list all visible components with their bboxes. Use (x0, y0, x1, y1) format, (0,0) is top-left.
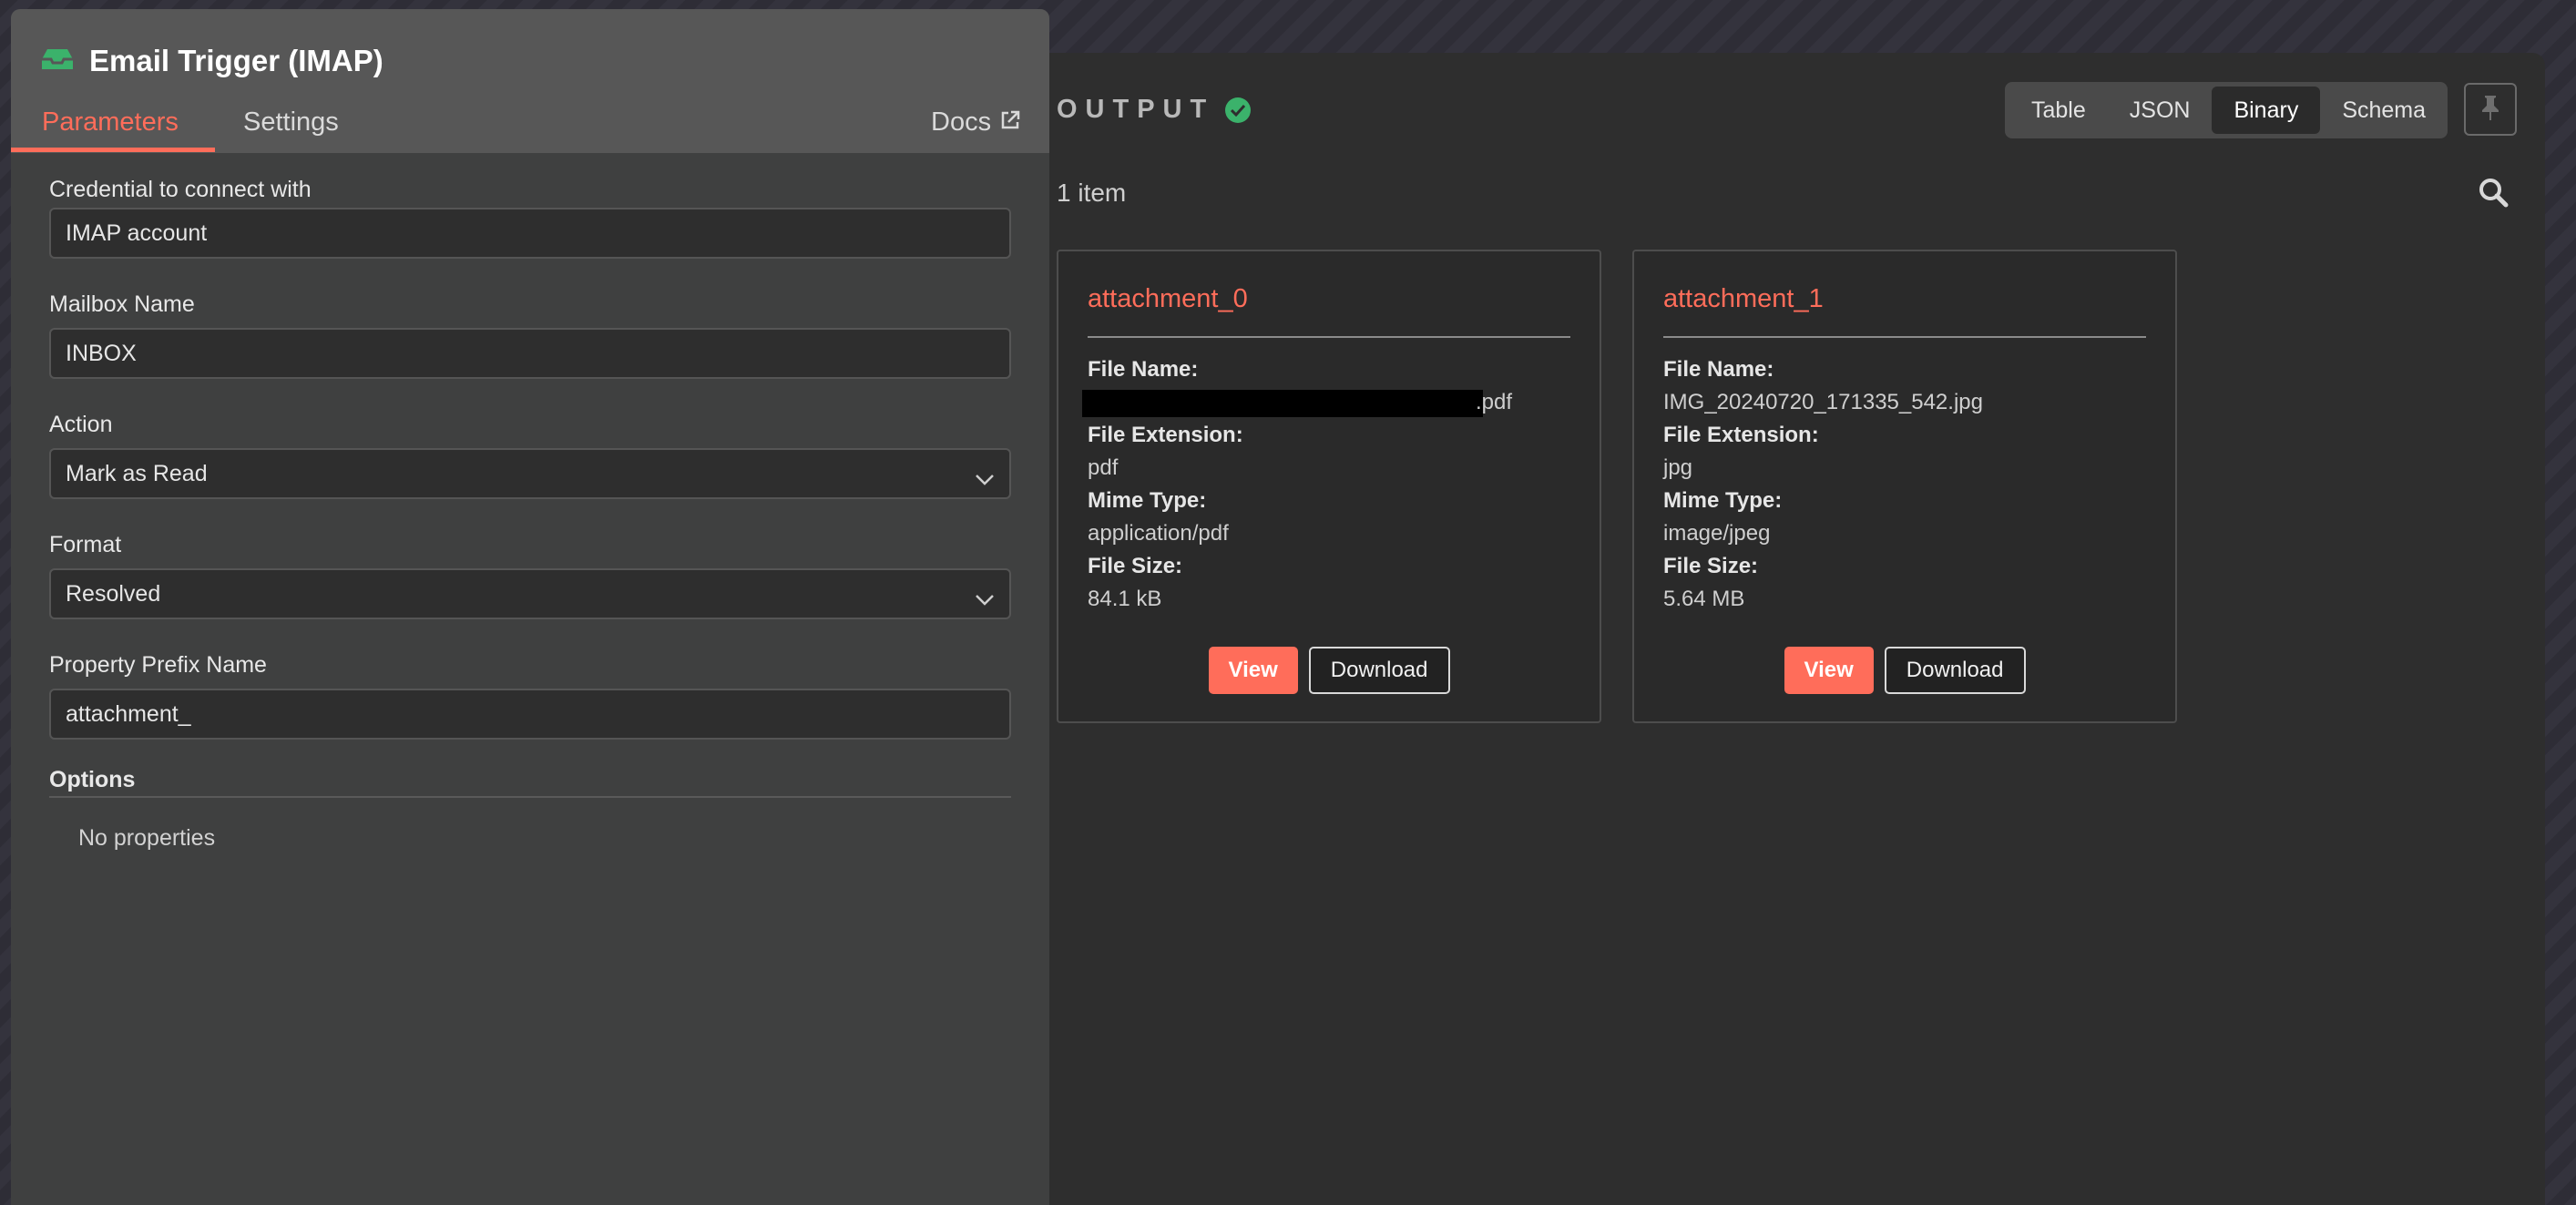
chevron-down-icon (975, 466, 995, 493)
mime-type-value: application/pdf (1088, 521, 1229, 546)
output-label: OUTPUT (1057, 95, 1215, 124)
file-name-label: File Name: (1663, 357, 1774, 382)
file-name-value: .pdf (1082, 386, 1512, 419)
property-prefix-input[interactable]: attachment_ (49, 689, 1011, 740)
item-count: 1 item (1057, 179, 1127, 207)
no-properties-text: No properties (78, 825, 216, 851)
file-size-label: File Size: (1663, 554, 1759, 578)
binary-item-card: attachment_1 File Name: IMG_20240720_171… (1632, 250, 2177, 723)
view-tab-table[interactable]: Table (2009, 87, 2108, 134)
view-tab-json[interactable]: JSON (2108, 87, 2213, 134)
file-extension-label: File Extension: (1088, 423, 1243, 447)
binary-item-card: attachment_0 File Name: .pdf File Extens… (1057, 250, 1601, 723)
divider (1088, 336, 1570, 338)
divider (49, 796, 1011, 798)
pin-data-button[interactable] (2464, 83, 2517, 136)
view-tab-schema[interactable]: Schema (2320, 87, 2448, 134)
node-title: Email Trigger (IMAP) (89, 44, 383, 77)
output-heading: OUTPUT (1057, 95, 1252, 125)
card-title: attachment_1 (1663, 284, 1824, 313)
file-extension-value: jpg (1663, 455, 1693, 480)
inbox-icon (40, 47, 75, 76)
chevron-down-icon (975, 587, 995, 613)
mime-type-label: Mime Type: (1088, 488, 1207, 513)
success-check-icon (1225, 97, 1252, 123)
action-label: Action (49, 412, 113, 437)
action-select[interactable]: Mark as Read (49, 448, 1011, 499)
file-extension-value: pdf (1088, 455, 1119, 480)
redaction-bar (1082, 389, 1483, 417)
node-header: Email Trigger (IMAP) Parameters Settings… (11, 9, 1049, 153)
format-label: Format (49, 532, 122, 557)
divider (1663, 336, 2146, 338)
file-name-value: IMG_20240720_171335_542.jpg (1663, 390, 1983, 414)
card-title: attachment_0 (1088, 284, 1248, 313)
output-panel: OUTPUT Table JSON Binary Schema 1 item a… (911, 53, 2545, 1205)
output-view-switcher: Table JSON Binary Schema (2005, 82, 2448, 138)
search-icon[interactable] (2478, 177, 2509, 212)
download-button[interactable]: Download (1308, 647, 1450, 694)
format-value: Resolved (66, 580, 161, 607)
view-button[interactable]: View (1784, 647, 1874, 694)
action-value: Mark as Read (66, 460, 208, 486)
credential-label: Credential to connect with (49, 177, 312, 202)
file-name-label: File Name: (1088, 357, 1199, 382)
file-size-value: 5.64 MB (1663, 587, 1745, 611)
file-extension-label: File Extension: (1663, 423, 1819, 447)
format-select[interactable]: Resolved (49, 568, 1011, 619)
docs-label: Docs (931, 107, 992, 137)
pin-icon (2479, 94, 2501, 126)
mailbox-name-label: Mailbox Name (49, 291, 195, 317)
mailbox-name-input[interactable]: INBOX (49, 328, 1011, 379)
docs-link[interactable]: Docs (931, 107, 1020, 138)
property-prefix-label: Property Prefix Name (49, 652, 267, 678)
file-size-value: 84.1 kB (1088, 587, 1162, 611)
options-heading: Options (49, 767, 136, 792)
external-link-icon (1000, 107, 1020, 138)
view-button[interactable]: View (1208, 647, 1298, 694)
active-tab-indicator (11, 148, 215, 152)
node-parameters-panel: Email Trigger (IMAP) Parameters Settings… (11, 9, 1049, 1205)
download-button[interactable]: Download (1884, 647, 2026, 694)
file-size-label: File Size: (1088, 554, 1183, 578)
tab-settings[interactable]: Settings (243, 107, 339, 138)
tab-parameters[interactable]: Parameters (42, 107, 179, 138)
mime-type-label: Mime Type: (1663, 488, 1783, 513)
mime-type-value: image/jpeg (1663, 521, 1771, 546)
credential-select[interactable]: IMAP account (49, 208, 1011, 259)
view-tab-binary[interactable]: Binary (2212, 87, 2321, 134)
